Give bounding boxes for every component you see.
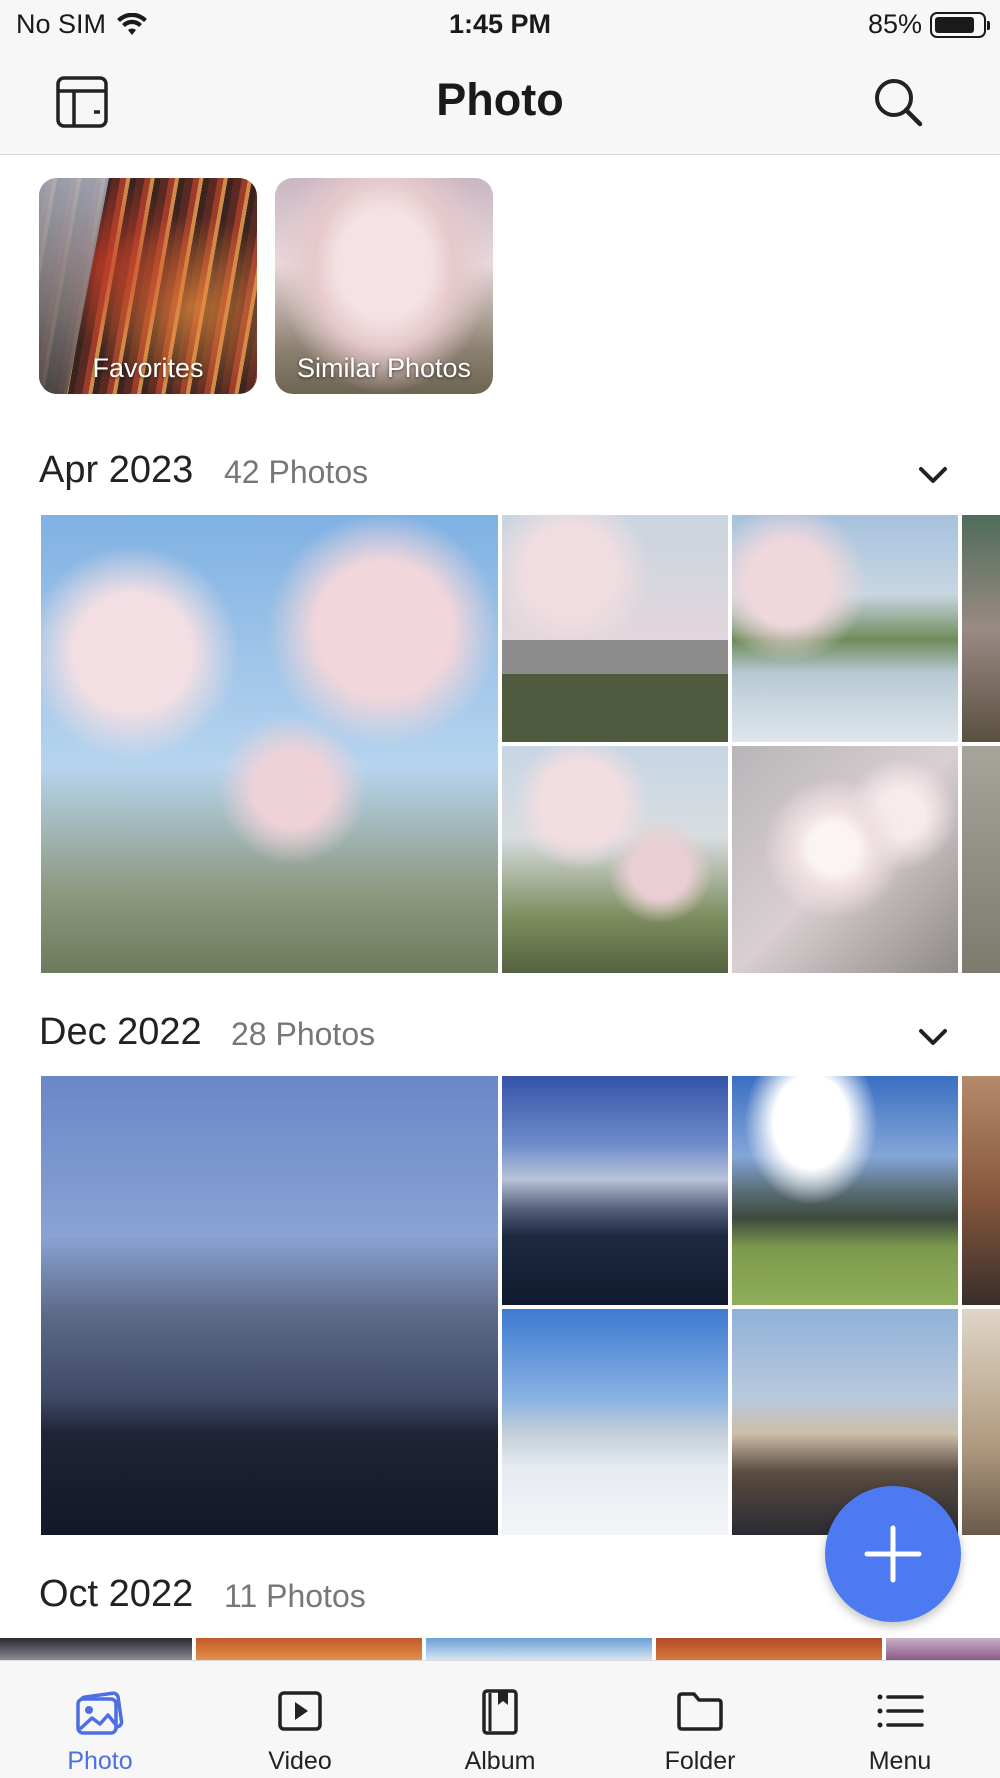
- section-date: Oct 2022: [39, 1573, 194, 1615]
- section-header-dec-2022[interactable]: Dec 2022 28 Photos: [39, 1011, 961, 1061]
- tab-folder[interactable]: Folder: [600, 1661, 800, 1778]
- tab-label: Photo: [67, 1747, 133, 1775]
- photo-thumbnail[interactable]: [732, 746, 958, 973]
- status-bar: No SIM 1:45 PM 85%: [0, 0, 1000, 50]
- similar-photos-label: Similar Photos: [296, 353, 472, 383]
- photo-thumbnail[interactable]: [962, 746, 1000, 973]
- favorites-label: Favorites: [92, 353, 204, 383]
- tab-menu[interactable]: Menu: [800, 1661, 1000, 1778]
- photo-thumbnail[interactable]: [196, 1638, 422, 1660]
- photo-thumbnail[interactable]: [962, 515, 1000, 742]
- plus-icon: [864, 1525, 922, 1583]
- photo-thumbnail[interactable]: [732, 1076, 958, 1305]
- page-title: Photo: [436, 74, 564, 125]
- chevron-down-icon[interactable]: [913, 455, 953, 495]
- photo-thumbnail[interactable]: [0, 1638, 192, 1660]
- photo-thumbnail[interactable]: [41, 1076, 498, 1535]
- chevron-down-icon[interactable]: [913, 1017, 953, 1057]
- photo-thumbnail[interactable]: [962, 1076, 1000, 1305]
- photo-thumbnail[interactable]: [886, 1638, 1000, 1660]
- status-right: 85%: [867, 9, 990, 40]
- photo-thumbnail[interactable]: [41, 515, 498, 973]
- photo-thumbnail[interactable]: [426, 1638, 652, 1660]
- navigation-bar: Photo: [0, 50, 1000, 155]
- section-header-oct-2022[interactable]: Oct 2022 11 Photos: [39, 1573, 961, 1623]
- tab-album[interactable]: Album: [400, 1661, 600, 1778]
- battery-fill: [935, 16, 975, 33]
- photo-thumbnail[interactable]: [502, 515, 728, 742]
- video-icon: [278, 1691, 322, 1731]
- tab-label: Album: [464, 1747, 536, 1775]
- section-count: 11 Photos: [224, 1578, 366, 1614]
- section-count: 42 Photos: [224, 454, 369, 490]
- status-time: 1:45 PM: [448, 9, 552, 39]
- tab-label: Folder: [664, 1747, 736, 1775]
- section-count: 28 Photos: [231, 1016, 376, 1052]
- folder-icon: [677, 1692, 723, 1731]
- tab-video[interactable]: Video: [200, 1661, 400, 1778]
- battery-icon: [930, 11, 990, 38]
- tab-photo[interactable]: Photo: [0, 1661, 200, 1778]
- tab-label: Menu: [868, 1747, 932, 1775]
- tab-bar: Photo Video Album Folder Menu: [0, 1660, 1000, 1778]
- battery-percent: 85%: [867, 9, 922, 39]
- photo-thumbnail[interactable]: [732, 515, 958, 742]
- add-button[interactable]: [825, 1486, 961, 1622]
- tab-label: Video: [268, 1747, 332, 1775]
- section-header-apr-2023[interactable]: Apr 2023 42 Photos: [39, 449, 961, 499]
- photo-thumbnail[interactable]: [656, 1638, 882, 1660]
- photo-thumbnail[interactable]: [502, 746, 728, 973]
- photo-thumbnail[interactable]: [502, 1076, 728, 1305]
- section-date: Apr 2023: [39, 449, 194, 491]
- photo-thumbnail[interactable]: [502, 1309, 728, 1535]
- section-date: Dec 2022: [39, 1011, 202, 1053]
- album-icon: [482, 1689, 518, 1735]
- similar-photos-shortcut[interactable]: Similar Photos: [275, 178, 493, 394]
- search-icon[interactable]: [870, 74, 926, 130]
- photo-thumbnail[interactable]: [962, 1309, 1000, 1535]
- favorites-shortcut[interactable]: Favorites: [39, 178, 257, 394]
- menu-icon: [877, 1694, 924, 1728]
- photo-icon: [76, 1691, 124, 1735]
